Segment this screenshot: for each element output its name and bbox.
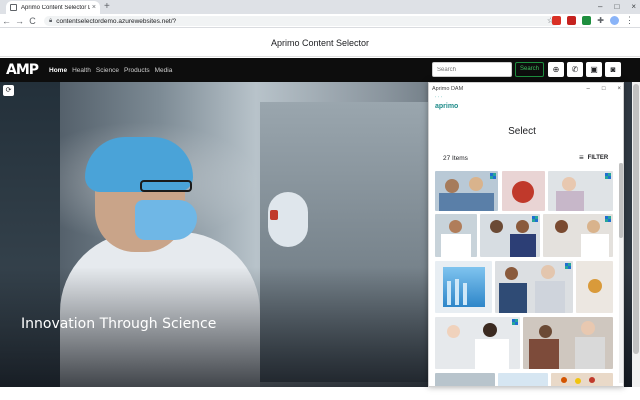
profile-icon[interactable] (610, 16, 619, 25)
window-controls: – □ × (598, 0, 636, 13)
asset-thumbnail[interactable] (548, 171, 613, 211)
address-bar[interactable]: 🔒︎ contentselectordemo.azurewebsites.net… (44, 16, 560, 26)
asset-thumbnail[interactable] (551, 373, 613, 386)
extension-icons: ✚ ⋮ (552, 16, 634, 25)
close-window-button[interactable]: × (631, 0, 636, 13)
asset-thumbnail[interactable] (435, 317, 520, 369)
dam-minimize-button[interactable]: – (587, 83, 590, 95)
browser-toolbar: ← → C 🔒︎ contentselectordemo.azurewebsit… (0, 14, 640, 28)
asset-thumbnail[interactable] (502, 171, 545, 211)
face-mask (135, 200, 197, 240)
asset-thumbnail[interactable] (435, 261, 492, 313)
dam-window-title: Aprimo DAM (432, 86, 464, 92)
nav-links: Home Health Science Products Media (49, 58, 172, 82)
safety-glasses (140, 180, 192, 192)
dam-window-controls: – □ × (587, 83, 621, 95)
aprimo-logo: ˙˙˙ aprimo (435, 97, 458, 111)
dam-maximize-button[interactable]: □ (602, 83, 606, 95)
reload-button[interactable]: C (26, 15, 39, 27)
asset-thumbnail[interactable] (498, 373, 548, 386)
phone-icon[interactable]: ✆ (567, 62, 583, 77)
aprimo-logo-text: aprimo (435, 103, 459, 110)
nav-link-science[interactable]: Science (96, 67, 119, 74)
extension-green-icon[interactable] (582, 16, 592, 25)
asset-thumbnail[interactable] (495, 261, 573, 313)
dam-close-button[interactable]: × (617, 83, 621, 95)
item-count: 27 Items (443, 155, 468, 162)
site-navbar: AMP Home Health Science Products Media S… (0, 58, 640, 82)
filter-button[interactable]: ≡ FILTER (579, 154, 608, 162)
forward-button[interactable]: → (13, 15, 26, 27)
dam-scrollbar-thumb[interactable] (619, 163, 623, 238)
dam-scrollbar[interactable] (619, 163, 623, 383)
search-input[interactable] (432, 62, 512, 77)
tab-close-icon[interactable]: × (92, 4, 96, 11)
site-logo[interactable]: AMP (6, 60, 39, 80)
content-selector-launch-button[interactable]: ⟳ (3, 85, 14, 96)
page-title: Aprimo Content Selector (270, 37, 370, 48)
portrait-icon[interactable]: ◙ (605, 62, 621, 77)
page-favicon-icon (10, 4, 17, 11)
minimize-button[interactable]: – (598, 0, 602, 13)
nav-link-products[interactable]: Products (124, 67, 150, 74)
asset-thumbnail[interactable] (435, 214, 477, 257)
asset-thumbnail[interactable] (435, 171, 498, 211)
machine-red-part (270, 210, 278, 220)
globe-icon[interactable]: ⊕ (548, 62, 564, 77)
dam-titlebar: Aprimo DAM – □ × (429, 83, 623, 95)
dam-heading: Select (508, 126, 536, 137)
browser-tab[interactable]: Aprimo Content Selector Demo × (6, 1, 100, 14)
asset-thumbnail[interactable] (543, 214, 613, 257)
search-button[interactable]: Search (515, 62, 544, 77)
asset-thumbnail[interactable] (480, 214, 540, 257)
extension-badge-icon[interactable] (567, 16, 577, 25)
url-text: contentselectordemo.azurewebsites.net/? (56, 17, 177, 25)
page-scrollbar-thumb[interactable] (633, 84, 639, 354)
nav-link-home[interactable]: Home (49, 67, 67, 74)
page-header: Aprimo Content Selector (0, 29, 640, 57)
tab-title: Aprimo Content Selector Demo (21, 4, 90, 11)
lock-icon: 🔒︎ (49, 17, 53, 24)
asset-thumbnail[interactable] (576, 261, 613, 313)
back-button[interactable]: ← (0, 15, 13, 27)
page-scrollbar[interactable] (632, 82, 640, 387)
asset-thumbnail[interactable] (523, 317, 613, 369)
menu-icon[interactable]: ⋮ (625, 16, 634, 25)
filter-label: FILTER (587, 155, 609, 161)
extension-red-icon[interactable] (552, 16, 562, 25)
new-tab-button[interactable]: + (104, 1, 110, 13)
nav-link-media[interactable]: Media (155, 67, 173, 74)
nav-link-health[interactable]: Health (72, 67, 91, 74)
asset-thumbnail[interactable] (435, 373, 495, 386)
browser-tabstrip: Aprimo Content Selector Demo × + – □ × (0, 0, 640, 14)
filter-icon: ≡ (579, 153, 584, 162)
dam-selector-window: Aprimo DAM – □ × ˙˙˙ aprimo Select 27 It… (428, 82, 624, 387)
hero-caption: Innovation Through Science (21, 316, 217, 332)
puzzle-icon[interactable]: ✚ (597, 16, 604, 25)
image-icon[interactable]: ▣ (586, 62, 602, 77)
maximize-button[interactable]: □ (614, 0, 619, 13)
